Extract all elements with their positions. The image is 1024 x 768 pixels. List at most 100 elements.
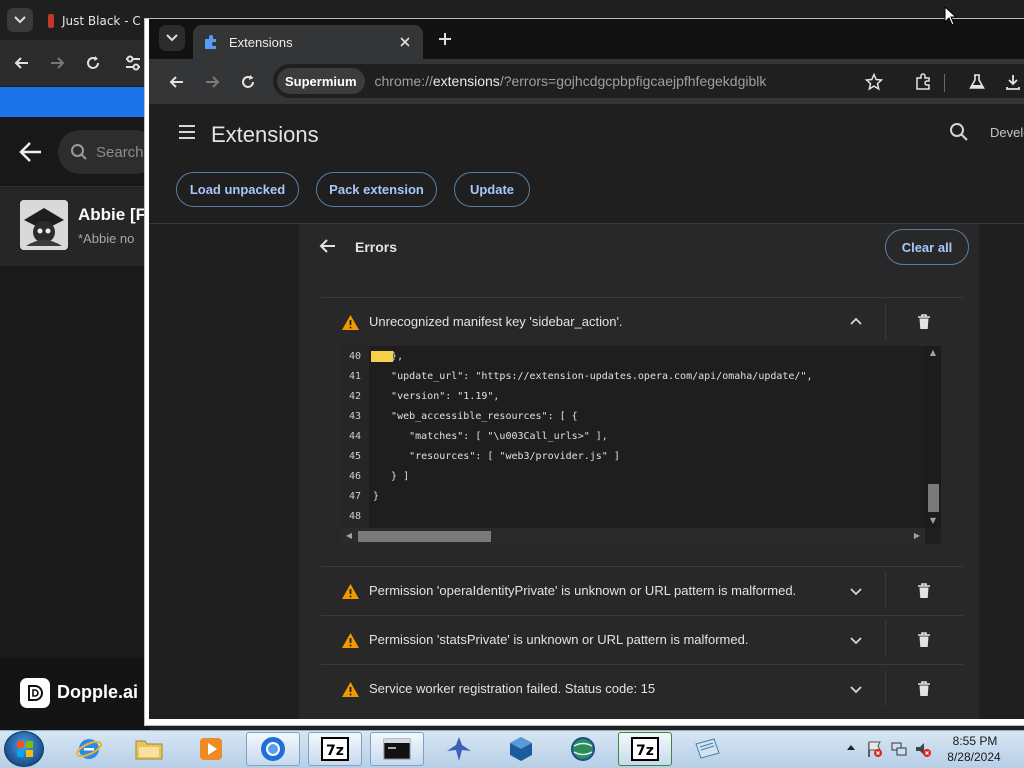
chevron-down-icon: [14, 16, 26, 24]
code-text: } ]: [373, 471, 410, 482]
taskbar-media-player[interactable]: [184, 732, 238, 766]
taskbar-globe-app[interactable]: [556, 732, 610, 766]
line-number: 42: [348, 391, 361, 402]
search-extensions-button[interactable]: [949, 122, 973, 146]
error-item[interactable]: Permission 'statsPrivate' is unknown or …: [321, 615, 963, 663]
code-line: 47}: [341, 486, 925, 506]
horizontal-scroll-thumb[interactable]: [358, 531, 491, 542]
scroll-down-arrow-icon[interactable]: ▼: [927, 516, 939, 525]
seven-zip-icon: 7z: [321, 737, 349, 761]
scroll-left-arrow-icon[interactable]: ◀: [343, 531, 355, 540]
avatar: [20, 200, 68, 250]
error-item[interactable]: Unrecognized manifest key 'sidebar_actio…: [321, 297, 963, 345]
show-hidden-icons-arrow-icon[interactable]: [846, 743, 856, 751]
code-line: 48: [341, 506, 925, 526]
chat-search-input[interactable]: Search: [58, 130, 158, 174]
arrow-left-icon: [19, 142, 41, 162]
chat-preview: *Abbie no: [78, 231, 135, 246]
browser-name-chip[interactable]: Supermium: [277, 68, 365, 94]
tab-extensions[interactable]: Extensions: [193, 25, 423, 59]
back-button[interactable]: [164, 69, 190, 95]
taskbar-7zip[interactable]: 7z: [308, 732, 362, 766]
chevron-down-icon[interactable]: [848, 583, 864, 599]
taskbar-notepad[interactable]: [680, 732, 734, 766]
warning-icon: [342, 633, 359, 648]
brand-name[interactable]: Dopple.ai: [57, 682, 138, 703]
trash-icon[interactable]: [917, 583, 931, 599]
url-text[interactable]: chrome://extensions/?errors=gojhcdgcpbpf…: [375, 73, 767, 89]
vertical-scroll-thumb[interactable]: [928, 484, 939, 512]
scroll-up-arrow-icon[interactable]: ▲: [927, 348, 939, 357]
reload-button[interactable]: [82, 52, 104, 74]
code-line: 44 "matches": [ "\u003Call_urls>" ],: [341, 426, 925, 446]
code-text: }: [373, 491, 380, 502]
taskbar-7zip-active[interactable]: 7z: [618, 732, 672, 766]
scroll-right-arrow-icon[interactable]: ▶: [911, 531, 923, 540]
folder-icon: [135, 740, 163, 760]
background-tab[interactable]: Just Black - Ch: [48, 8, 140, 34]
bird-app-icon: [447, 737, 471, 761]
taskbar-chromium[interactable]: [246, 732, 300, 766]
forward-button[interactable]: [46, 52, 68, 74]
search-icon: [950, 123, 968, 141]
dopple-logo-icon: [20, 678, 50, 708]
error-item[interactable]: Permission 'operaIdentityPrivate' is unk…: [321, 566, 963, 614]
volume-muted-icon[interactable]: [914, 740, 932, 758]
taskbar-bird-app[interactable]: [432, 732, 486, 766]
row-divider: [885, 303, 886, 339]
search-placeholder: Search: [96, 143, 144, 161]
reload-button[interactable]: [235, 69, 261, 95]
taskbar-command-prompt[interactable]: [370, 732, 424, 766]
clock-date[interactable]: 8/28/2024: [944, 750, 1004, 764]
main-menu-button[interactable]: [177, 123, 199, 141]
load-unpacked-button[interactable]: Load unpacked: [176, 172, 299, 207]
reload-icon: [242, 75, 254, 88]
clear-all-button[interactable]: Clear all: [885, 229, 969, 265]
new-tab-button[interactable]: [433, 27, 457, 51]
trash-icon[interactable]: [917, 314, 931, 330]
trash-icon[interactable]: [917, 681, 931, 697]
mouse-cursor-icon: [944, 6, 958, 26]
pack-extension-button[interactable]: Pack extension: [316, 172, 437, 207]
arrow-left-icon: [14, 57, 28, 69]
hamburger-menu-icon: [179, 125, 195, 139]
chevron-up-icon[interactable]: [848, 314, 864, 330]
warning-icon: [342, 315, 359, 330]
taskbar-file-explorer[interactable]: [122, 732, 176, 766]
bookmark-star-button[interactable]: [861, 69, 887, 95]
clock-time[interactable]: 8:55 PM: [950, 734, 1000, 748]
action-center-flag-icon[interactable]: [866, 740, 884, 758]
network-icon[interactable]: [890, 740, 908, 758]
code-line: 45 "resources": [ "web3/provider.js" ]: [341, 446, 925, 466]
downloads-button[interactable]: [1000, 69, 1024, 95]
labs-button[interactable]: [964, 69, 990, 95]
chevron-down-icon[interactable]: [848, 632, 864, 648]
tab-search-button[interactable]: [159, 25, 185, 51]
taskbar-virtualbox[interactable]: [494, 732, 548, 766]
close-tab-button[interactable]: [395, 32, 415, 52]
error-item[interactable]: Service worker registration failed. Stat…: [321, 664, 963, 712]
site-settings-button[interactable]: [122, 52, 144, 74]
update-button[interactable]: Update: [454, 172, 530, 207]
extensions-menu-button[interactable]: [911, 69, 937, 95]
plus-icon: [439, 33, 451, 45]
developer-mode-label[interactable]: Develo: [990, 125, 1024, 140]
code-line: 41 "update_url": "https://extension-upda…: [341, 366, 925, 386]
chevron-down-icon: [166, 34, 178, 42]
page-title: Extensions: [211, 122, 319, 147]
trash-icon[interactable]: [917, 632, 931, 648]
chat-back-button[interactable]: [18, 140, 44, 164]
taskbar-internet-explorer[interactable]: [62, 732, 116, 766]
reload-icon: [87, 56, 99, 69]
seven-zip-icon: 7z: [631, 737, 659, 761]
forward-button[interactable]: [199, 69, 225, 95]
tab-search-button[interactable]: [7, 8, 33, 32]
arrow-right-icon: [51, 57, 65, 69]
svg-text:7z: 7z: [326, 743, 344, 759]
character-avatar-image: [20, 200, 68, 250]
back-button[interactable]: [11, 52, 33, 74]
start-button[interactable]: [4, 731, 44, 767]
errors-back-button[interactable]: [319, 237, 343, 261]
code-viewer[interactable]: 40 }, 41 "update_url": "https://extensio…: [341, 346, 941, 544]
chevron-down-icon[interactable]: [848, 681, 864, 697]
